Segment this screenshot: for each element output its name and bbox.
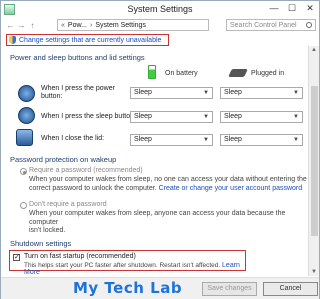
power-button-icon — [18, 85, 35, 102]
overflow-crumb[interactable]: « — [61, 22, 65, 29]
search-input[interactable]: Search Control Panel — [226, 19, 316, 31]
select-value: Sleep — [224, 113, 242, 120]
forward-arrow-icon[interactable]: → — [16, 21, 27, 30]
shield-icon — [9, 36, 16, 44]
plug-icon — [228, 69, 248, 77]
chevron-down-icon: ▼ — [293, 137, 299, 143]
description-line: When your computer wakes from sleep, no … — [29, 176, 307, 183]
chevron-down-icon: ▼ — [203, 137, 209, 143]
note-text: This helps start your PC faster after sh… — [24, 262, 221, 269]
scroll-up-icon[interactable]: ▲ — [311, 47, 317, 53]
chevron-down-icon: ▼ — [293, 114, 299, 120]
create-password-link[interactable]: Create or change your user account passw… — [159, 185, 303, 192]
require-password-description: When your computer wakes from sleep, no … — [29, 176, 307, 193]
save-changes-button[interactable]: Save changes — [202, 282, 257, 296]
search-placeholder: Search Control Panel — [230, 22, 297, 29]
no-password-label: Don't require a password — [29, 201, 107, 208]
description-line: isn't locked. — [29, 227, 66, 234]
no-password-radio[interactable] — [20, 202, 27, 209]
chevron-right-icon: › — [89, 21, 93, 29]
select-value: Sleep — [134, 136, 152, 143]
chevron-down-icon: ▼ — [203, 90, 209, 96]
select-value: Sleep — [224, 89, 242, 96]
cancel-button[interactable]: Cancel — [263, 282, 318, 296]
scroll-thumb[interactable] — [311, 86, 318, 236]
no-password-description: When your computer wakes from sleep, any… — [29, 210, 307, 236]
minimize-button[interactable]: — — [269, 3, 279, 14]
laptop-lid-icon — [16, 129, 33, 146]
scroll-down-icon[interactable]: ▼ — [311, 269, 317, 275]
close-lid-plugged-select[interactable]: Sleep ▼ — [220, 134, 303, 146]
fast-startup-checkbox[interactable]: ✓ — [13, 254, 20, 261]
description-text: correct password to unlock the computer. — [29, 184, 157, 192]
address-bar: ← → ↑ « Pow... › System Settings Search … — [1, 18, 319, 33]
search-icon[interactable] — [306, 22, 312, 28]
vertical-scrollbar[interactable]: ▲ ▼ — [308, 46, 319, 276]
power-button-label: When I press the power button: — [41, 85, 115, 100]
sleep-button-plugged-select[interactable]: Sleep ▼ — [220, 111, 303, 123]
chevron-down-icon: ▼ — [293, 90, 299, 96]
window-controls: — ☐ ✕ — [269, 3, 315, 14]
close-lid-battery-select[interactable]: Sleep ▼ — [130, 134, 213, 146]
sleep-button-label: When I press the sleep button: — [41, 113, 136, 120]
footer-bar: My Tech Lab Save changes Cancel — [1, 277, 319, 299]
require-password-label: Require a password (recommended) — [29, 167, 143, 174]
close-button[interactable]: ✕ — [305, 3, 315, 14]
watermark-text: My Tech Lab — [73, 279, 183, 297]
select-value: Sleep — [224, 136, 242, 143]
breadcrumb-item-power[interactable]: Pow... — [68, 22, 87, 29]
power-button-battery-select[interactable]: Sleep ▼ — [130, 87, 213, 99]
power-section-title: Power and sleep buttons and lid settings — [10, 53, 145, 62]
chevron-down-icon: ▼ — [203, 114, 209, 120]
require-password-radio[interactable] — [20, 168, 27, 175]
title-bar: System Settings — ☐ ✕ — [1, 1, 319, 18]
close-lid-label: When I close the lid: — [41, 135, 105, 142]
select-value: Sleep — [134, 113, 152, 120]
power-button-plugged-select[interactable]: Sleep ▼ — [220, 87, 303, 99]
plugged-in-header: Plugged in — [251, 70, 285, 77]
description-line: When your computer wakes from sleep, any… — [29, 210, 286, 226]
system-settings-window: System Settings — ☐ ✕ ← → ↑ « Pow... › S… — [0, 0, 320, 299]
maximize-button[interactable]: ☐ — [287, 3, 297, 14]
on-battery-header: On battery — [165, 70, 198, 77]
battery-icon — [148, 65, 156, 79]
sleep-button-battery-select[interactable]: Sleep ▼ — [130, 111, 213, 123]
unavailable-settings-banner: Change settings that are currently unava… — [6, 34, 169, 46]
back-arrow-icon[interactable]: ← — [5, 21, 16, 30]
up-arrow-icon[interactable]: ↑ — [27, 21, 38, 30]
fast-startup-label: Turn on fast startup (recommended) — [24, 253, 136, 260]
fast-startup-option: ✓ Turn on fast startup (recommended) Thi… — [9, 250, 246, 276]
shutdown-section-title: Shutdown settings — [10, 239, 72, 248]
select-value: Sleep — [134, 89, 152, 96]
description-line: correct password to unlock the computer.… — [29, 185, 307, 194]
fast-startup-note: This helps start your PC faster after sh… — [24, 262, 245, 276]
breadcrumb[interactable]: « Pow... › System Settings — [57, 19, 209, 31]
sleep-button-icon — [18, 107, 35, 124]
change-settings-link[interactable]: Change settings that are currently unava… — [19, 37, 161, 44]
breadcrumb-item-system-settings[interactable]: System Settings — [95, 22, 146, 29]
password-section-title: Password protection on wakeup — [10, 155, 117, 164]
